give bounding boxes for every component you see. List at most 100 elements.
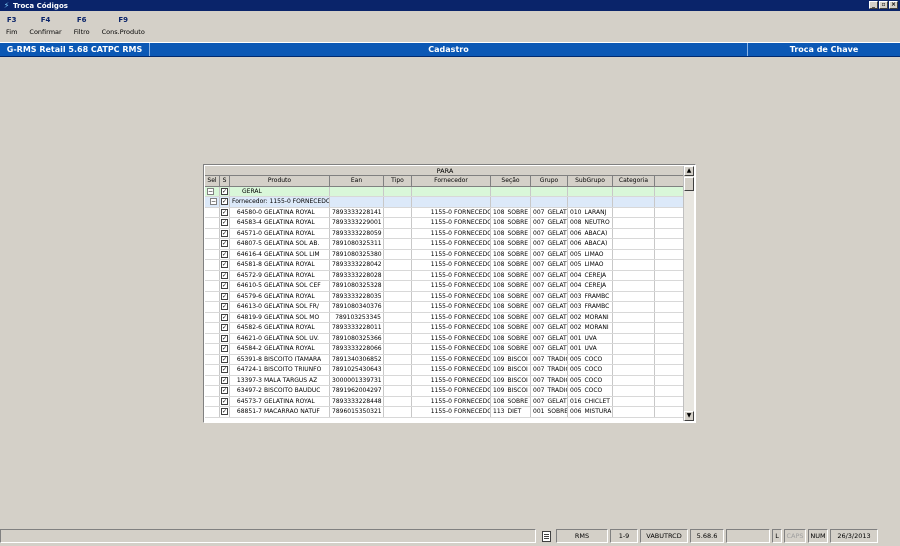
col-header-subgrupo[interactable]: SubGrupo xyxy=(568,176,613,186)
sel-cell[interactable] xyxy=(205,260,220,270)
table-row[interactable]: ✓ 68851-7 MACARRAO NATUF 7896015350321 1155-… xyxy=(205,407,685,418)
scroll-down-icon[interactable]: ▼ xyxy=(684,411,694,421)
table-row[interactable]: ✓ 64583-4 GELATINA ROYAL 7893333229001 1155-… xyxy=(205,218,685,229)
sel-cell[interactable] xyxy=(205,302,220,312)
table-row[interactable]: ✓ 64571-0 GELATINA ROYAL 7893333228059 1155-… xyxy=(205,228,685,239)
col-header-produto[interactable]: Produto xyxy=(230,176,330,186)
table-row[interactable]: ✓ 13397-3 MALA TARGUS AZ 3000001339731 1155-… xyxy=(205,375,685,386)
scroll-up-icon[interactable]: ▲ xyxy=(684,166,694,176)
col-header-categoria[interactable]: Categoria xyxy=(613,176,655,186)
table-row[interactable]: ✓ 64819-9 GELATINA SOL MO 789103253345 1155-… xyxy=(205,312,685,323)
scroll-thumb[interactable] xyxy=(684,177,694,191)
fornecedor-name: FORNECEDO xyxy=(454,366,491,374)
table-row[interactable]: ✓ 64573-7 GELATINA ROYAL 7893333228448 1155-… xyxy=(205,396,685,407)
table-row[interactable]: ✓ 64582-6 GELATINA ROYAL 7893333228011 1155-… xyxy=(205,323,685,334)
table-row[interactable]: ✓ 65391-8 BISCOITO ITAMARA 7891340306852 115… xyxy=(205,354,685,365)
restore-button[interactable]: ▫ xyxy=(879,1,888,9)
table-row[interactable]: ✓ 64613-0 GELATINA SOL FR/7891080340376 115… xyxy=(205,302,685,313)
table-row[interactable]: ✓ 64807-5 GELATINA SOL AB. 7891080325311 115… xyxy=(205,239,685,250)
table-row[interactable]: ✓ 64580-0 GELATINA ROYAL 7893333228141 1155-… xyxy=(205,207,685,218)
table-row[interactable]: ✓ 64584-2 GELATINA ROYAL 7893333228066 1155-… xyxy=(205,344,685,355)
cons-produto-button[interactable]: F9 Cons.Produto xyxy=(96,14,151,40)
checkbox-checked-icon[interactable]: ✓ xyxy=(221,208,228,216)
checkbox-checked-icon[interactable]: ✓ xyxy=(221,397,228,405)
col-header-grupo[interactable]: Grupo xyxy=(531,176,568,186)
col-header-tipo[interactable]: Tipo xyxy=(384,176,412,186)
table-row[interactable]: ✓ 64724-1 BISCOITO TRIUNFO 7891025430643 115… xyxy=(205,365,685,376)
sel-cell[interactable] xyxy=(205,312,220,322)
checkbox-checked-icon[interactable]: ✓ xyxy=(221,250,228,258)
collapse-icon[interactable]: − xyxy=(207,187,214,195)
sel-cell[interactable] xyxy=(205,344,220,354)
table-row[interactable]: ✓ 64610-5 GELATINA SOL CEF 7891080325328 115… xyxy=(205,281,685,292)
checkbox-checked-icon[interactable]: ✓ xyxy=(221,408,228,416)
subgrupo-name: COCO xyxy=(584,366,603,374)
checkbox-checked-icon[interactable]: ✓ xyxy=(221,198,228,206)
checkbox-checked-icon[interactable]: ✓ xyxy=(221,334,228,342)
table-row[interactable]: ✓ 64579-6 GELATINA ROYAL 7893333228035 1155-… xyxy=(205,291,685,302)
table-row[interactable]: ✓ 64621-0 GELATINA SOL UV. 7891080325366 115… xyxy=(205,333,685,344)
table-row[interactable]: ✓ 64581-8 GELATINA ROYAL 7893333228042 1155-… xyxy=(205,260,685,271)
checkbox-checked-icon[interactable]: ✓ xyxy=(221,376,228,384)
table-row[interactable]: ✓ 64572-9 GELATINA ROYAL 7893333228028 1155-… xyxy=(205,270,685,281)
sel-cell[interactable] xyxy=(205,281,220,291)
geral-group-row[interactable]: − ✓ GERAL xyxy=(205,186,685,197)
fornecedor-group-row[interactable]: − ✓ Fornecedor: 1155-0 FORNECEDO xyxy=(205,197,685,208)
checkbox-checked-icon[interactable]: ✓ xyxy=(221,240,228,248)
sel-cell[interactable] xyxy=(205,239,220,249)
checkbox-checked-icon[interactable]: ✓ xyxy=(221,366,228,374)
minimize-button[interactable]: _ xyxy=(869,1,878,9)
checkbox-checked-icon[interactable]: ✓ xyxy=(221,387,228,395)
sel-cell[interactable] xyxy=(205,375,220,385)
vertical-scrollbar[interactable]: ▲ ▼ xyxy=(683,166,694,421)
sel-cell[interactable] xyxy=(205,396,220,406)
collapse-icon[interactable]: − xyxy=(210,198,217,206)
para-group-header: PARA xyxy=(205,166,685,176)
col-header-ean[interactable]: Ean xyxy=(330,176,384,186)
col-header-sel[interactable]: Sel xyxy=(205,176,220,186)
checkbox-checked-icon[interactable]: ✓ xyxy=(221,292,228,300)
fornecedor-code: 1155-0 xyxy=(430,313,452,321)
sel-cell[interactable] xyxy=(205,270,220,280)
checkbox-checked-icon[interactable]: ✓ xyxy=(221,313,228,321)
checkbox-checked-icon[interactable]: ✓ xyxy=(221,219,228,227)
sel-cell[interactable] xyxy=(205,333,220,343)
product-code: 64807-5 xyxy=(236,240,262,248)
fornecedor-cell: 1155-0 FORNECEDO xyxy=(412,375,491,385)
confirmar-button[interactable]: F4 Confirmar xyxy=(23,14,67,40)
sel-cell[interactable] xyxy=(205,365,220,375)
secao-name: SOBRE xyxy=(507,313,529,321)
fornecedor-cell: 1155-0 FORNECEDO xyxy=(412,281,491,291)
checkbox-checked-icon[interactable]: ✓ xyxy=(221,271,228,279)
checkbox-checked-icon[interactable]: ✓ xyxy=(221,324,228,332)
checkbox-checked-icon[interactable]: ✓ xyxy=(221,355,228,363)
sel-cell[interactable] xyxy=(205,228,220,238)
sel-cell[interactable] xyxy=(205,386,220,396)
sel-cell[interactable] xyxy=(205,249,220,259)
checkbox-checked-icon[interactable]: ✓ xyxy=(221,187,228,195)
table-row[interactable]: ✓ 64616-4 GELATINA SOL LIM 7891080325380 115… xyxy=(205,249,685,260)
col-header-secao[interactable]: Seção xyxy=(491,176,531,186)
table-row[interactable]: ✓ 63497-2 BISCOITO BAUDUC 7891962004297 1155… xyxy=(205,386,685,397)
col-header-fornecedor[interactable]: Fornecedor xyxy=(412,176,491,186)
fim-button[interactable]: F3 Fim xyxy=(0,14,23,40)
filtro-button[interactable]: F6 Filtro xyxy=(68,14,96,40)
sel-cell[interactable] xyxy=(205,407,220,417)
sel-cell[interactable] xyxy=(205,323,220,333)
sel-cell[interactable] xyxy=(205,354,220,364)
checkbox-checked-icon[interactable]: ✓ xyxy=(221,229,228,237)
checkbox-checked-icon[interactable]: ✓ xyxy=(221,303,228,311)
product-name: GELATINA ROYAL xyxy=(264,208,315,216)
checkbox-checked-icon[interactable]: ✓ xyxy=(221,345,228,353)
close-button[interactable]: × xyxy=(889,1,898,9)
sel-cell[interactable] xyxy=(205,207,220,217)
produto-cell: 64610-5 GELATINA SOL CEF xyxy=(230,281,330,291)
col-header-s[interactable]: S xyxy=(220,176,230,186)
checkbox-checked-icon[interactable]: ✓ xyxy=(221,261,228,269)
sel-cell[interactable] xyxy=(205,291,220,301)
checkbox-checked-icon[interactable]: ✓ xyxy=(221,282,228,290)
categoria-cell xyxy=(613,396,655,406)
product-name: BISCOITO BAUDUC xyxy=(264,387,321,395)
document-icon[interactable] xyxy=(538,529,554,543)
sel-cell[interactable] xyxy=(205,218,220,228)
